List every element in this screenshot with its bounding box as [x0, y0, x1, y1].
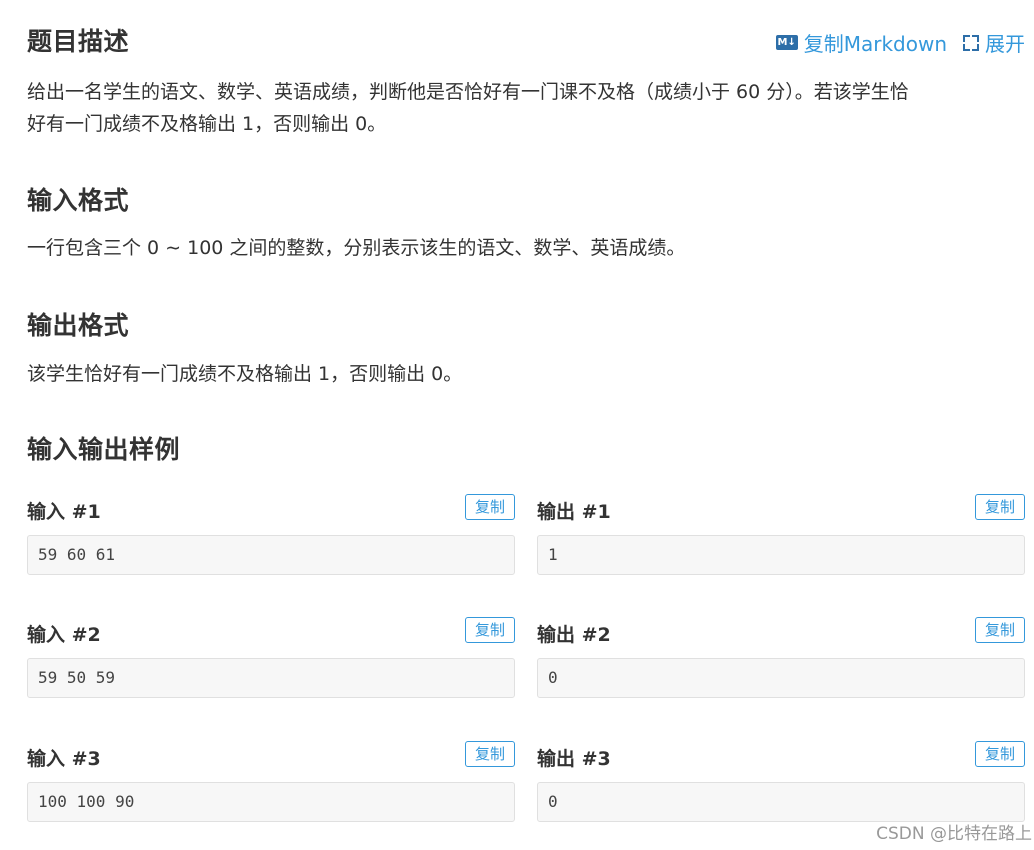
expand-button[interactable]: 展开 [947, 28, 1025, 57]
copy-input-1-button[interactable]: 复制 [465, 494, 515, 520]
input-code-2[interactable]: 59 50 59 [27, 658, 515, 698]
header-row: 题目描述 M↓ 复制Markdown 展开 [27, 22, 1025, 58]
output-code-1[interactable]: 1 [537, 535, 1025, 575]
problem-description-title: 题目描述 [27, 27, 130, 56]
markdown-icon: M↓ [775, 35, 798, 50]
output-label-2: 输出 #2 [537, 624, 611, 646]
copy-input-3-button[interactable]: 复制 [465, 741, 515, 767]
description-line-2: 好有一门成绩不及格输出 1，否则输出 0。 [27, 113, 387, 135]
copy-output-1-button[interactable]: 复制 [975, 494, 1025, 520]
output-code-3[interactable]: 0 [537, 782, 1025, 822]
problem-description-text: 给出一名学生的语文、数学、英语成绩，判断他是否恰好有一门课不及格（成绩小于 60… [27, 76, 1025, 140]
csdn-watermark: CSDN @比特在路上 [876, 824, 1032, 844]
expand-label: 展开 [985, 32, 1025, 56]
description-line-1: 给出一名学生的语文、数学、英语成绩，判断他是否恰好有一门课不及格（成绩小于 60… [27, 81, 909, 103]
output-format-title: 输出格式 [27, 311, 130, 340]
copy-output-2-button[interactable]: 复制 [975, 617, 1025, 643]
samples-title: 输入输出样例 [27, 435, 181, 464]
input-label-2: 输入 #2 [27, 624, 101, 646]
output-label-3: 输出 #3 [537, 748, 611, 770]
copy-markdown-button[interactable]: M↓ 复制Markdown [775, 28, 947, 57]
input-code-1[interactable]: 59 60 61 [27, 535, 515, 575]
output-code-2[interactable]: 0 [537, 658, 1025, 698]
input-format-title: 输入格式 [27, 186, 130, 215]
copy-input-2-button[interactable]: 复制 [465, 617, 515, 643]
expand-icon [963, 34, 979, 51]
header-actions: M↓ 复制Markdown 展开 [775, 28, 1025, 57]
copy-output-3-button[interactable]: 复制 [975, 741, 1025, 767]
copy-markdown-label: 复制Markdown [803, 32, 947, 56]
input-label-3: 输入 #3 [27, 748, 101, 770]
input-label-1: 输入 #1 [27, 501, 101, 523]
input-code-3[interactable]: 100 100 90 [27, 782, 515, 822]
output-format-text: 该学生恰好有一门成绩不及格输出 1，否则输出 0。 [27, 363, 463, 385]
output-label-1: 输出 #1 [537, 501, 611, 523]
input-format-text: 一行包含三个 0 ∼ 100 之间的整数，分别表示该生的语文、数学、英语成绩。 [27, 237, 686, 259]
